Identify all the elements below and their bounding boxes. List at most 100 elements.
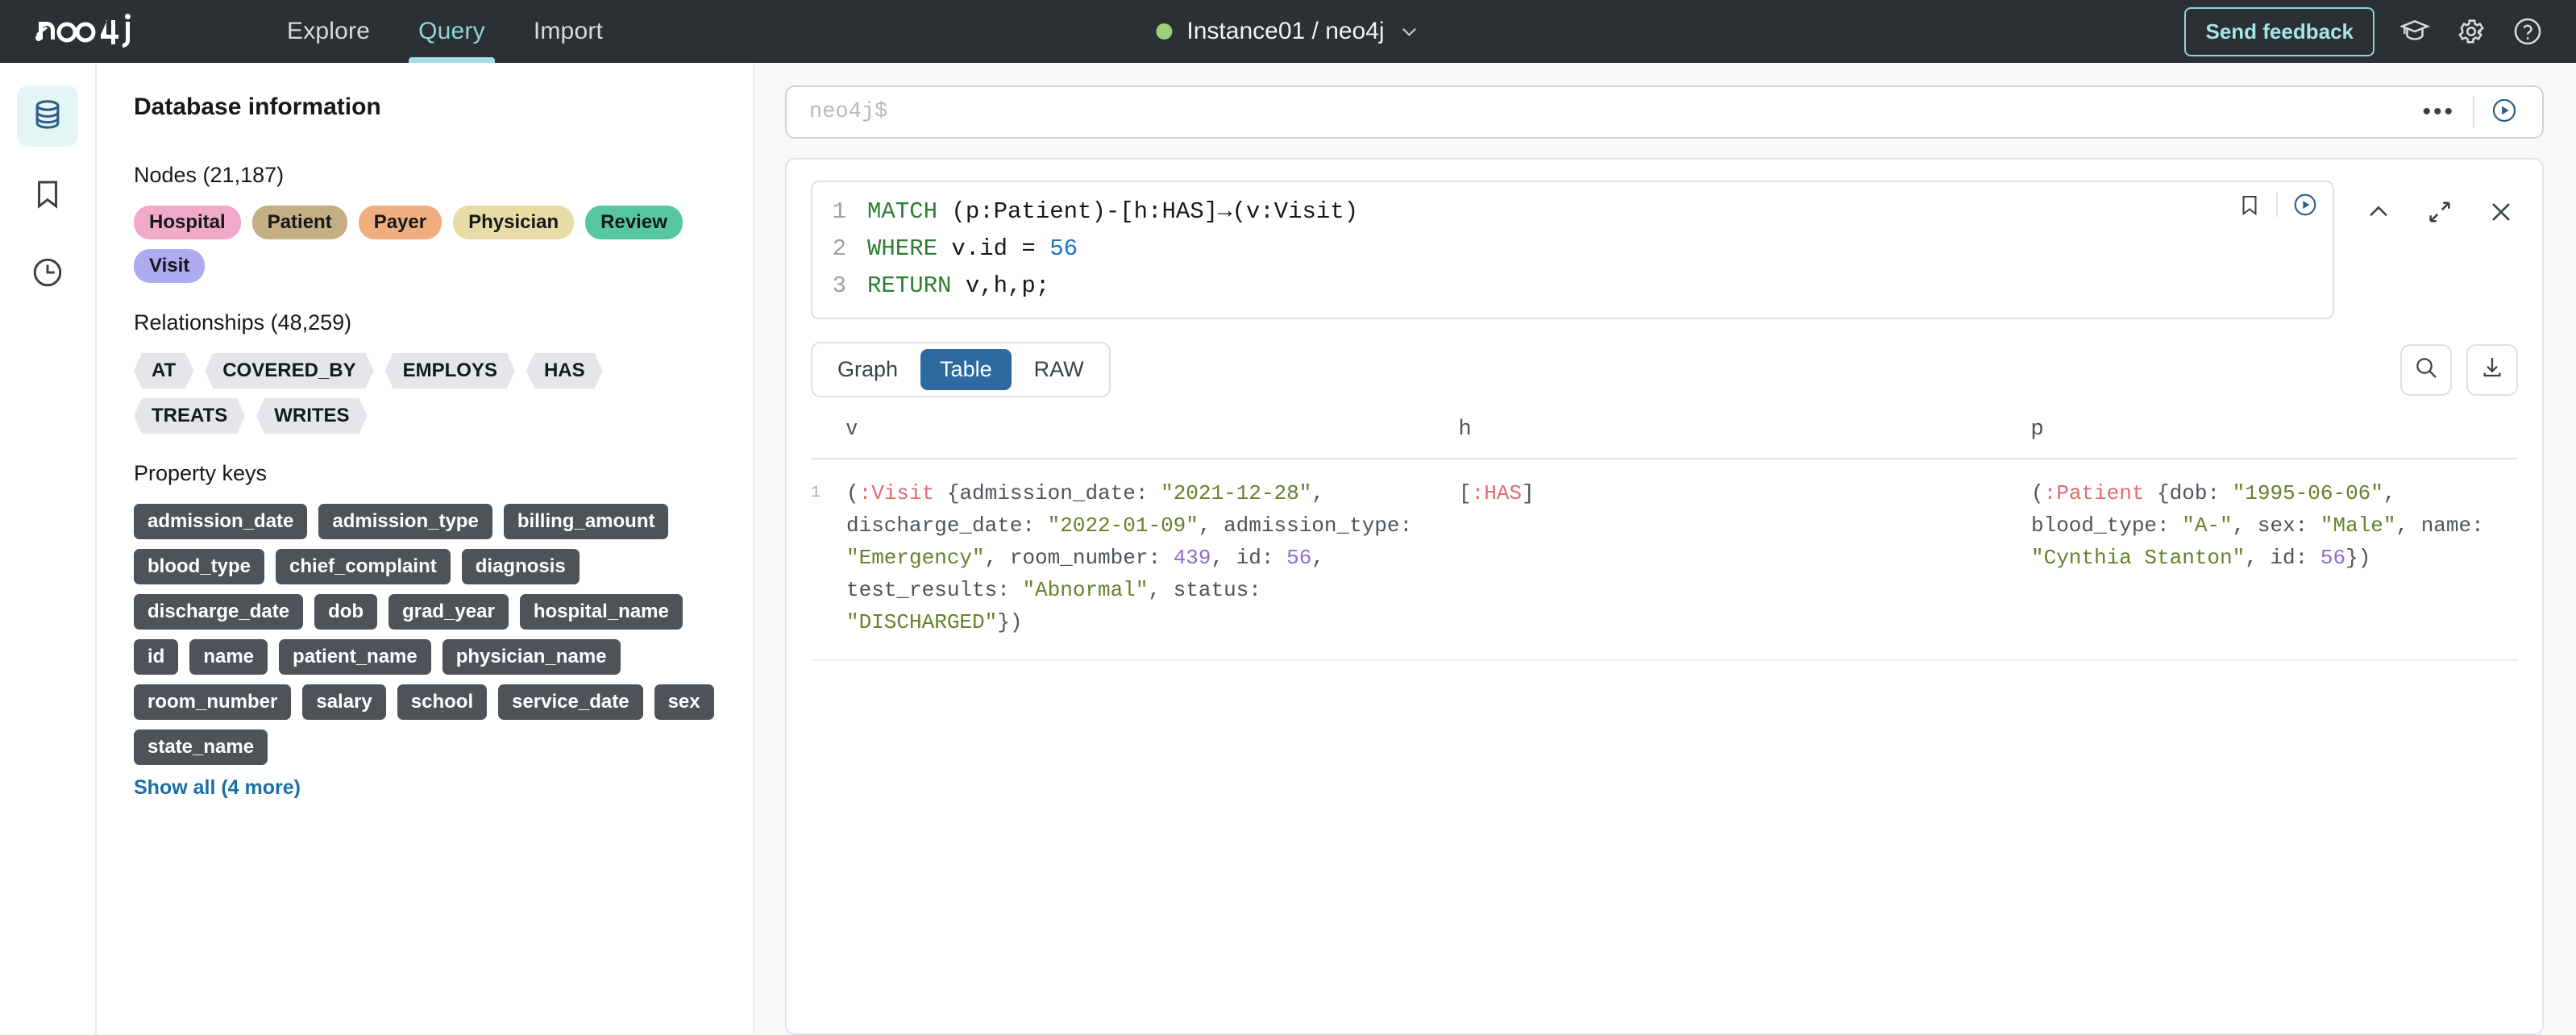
property-keys-heading: Property keys [134, 461, 268, 485]
node-label-chip[interactable]: Patient [251, 206, 347, 239]
relationship-type-chip[interactable]: AT [134, 353, 193, 389]
value-token: , sex: [2232, 513, 2320, 538]
show-all-property-keys-link[interactable]: Show all (4 more) [134, 776, 721, 800]
cell-p: (:Patient {dob: "1995-06-06", blood_type… [2031, 477, 2518, 638]
value-token: "Cynthia Stanton" [2031, 546, 2246, 570]
value-token: , admission_type: [1198, 513, 1413, 538]
command-run-button[interactable] [2474, 97, 2534, 128]
relationship-type-chip[interactable]: TREATS [134, 398, 245, 434]
value-token: ] [1522, 481, 1535, 505]
value-token: "2021-12-28" [1161, 481, 1312, 505]
value-token: , id: [1211, 546, 1287, 570]
value-token: , id: [2245, 546, 2320, 570]
property-key-chip[interactable]: sex [654, 684, 714, 720]
send-feedback-button[interactable]: Send feedback [2184, 6, 2374, 56]
property-key-chip[interactable]: name [189, 639, 268, 675]
command-more-icon[interactable]: ••• [2404, 98, 2473, 126]
instance-selector[interactable]: Instance01 / neo4j [1156, 18, 1419, 45]
property-key-chip[interactable]: state_name [134, 729, 268, 765]
history-clock-icon [31, 256, 64, 293]
node-label-chip[interactable]: Visit [134, 249, 206, 283]
relationship-type-chip[interactable]: EMPLOYS [385, 353, 515, 389]
property-key-chip[interactable]: room_number [134, 684, 292, 720]
node-label-chip[interactable]: Hospital [134, 206, 241, 239]
code-line: 2 WHERE v.id = 56 [812, 231, 2333, 268]
property-key-chip[interactable]: physician_name [442, 639, 621, 675]
download-button[interactable] [2466, 343, 2518, 396]
relationship-type-chip[interactable]: WRITES [256, 398, 367, 434]
table-header-row: v h p [811, 415, 2518, 459]
relationship-type-chip[interactable]: HAS [526, 353, 603, 389]
result-view-tabs: Graph Table RAW [811, 342, 1111, 397]
property-key-chip[interactable]: blood_type [134, 549, 265, 584]
neo4j-logo[interactable] [29, 12, 166, 51]
relationship-type-chip[interactable]: COVERED_BY [205, 353, 373, 389]
close-icon[interactable] [2484, 195, 2518, 229]
top-bar: Explore Query Import Instance01 / neo4j … [0, 0, 2576, 63]
nodes-heading: Nodes (21,187) [134, 163, 285, 187]
tab-table[interactable]: Table [920, 349, 1012, 390]
code-line: 1 MATCH (p:Patient)-[h:HAS]→(v:Visit) [812, 193, 2333, 231]
editor-actions [2237, 192, 2318, 218]
value-token: :HAS [1471, 481, 1523, 505]
line-number: 2 [832, 235, 846, 262]
value-token: :Visit [858, 481, 935, 505]
main-content: ••• 1 MATCH (p:Patient)-[h:HAS]→( [754, 63, 2576, 1035]
tab-graph[interactable]: Graph [818, 349, 917, 390]
database-icon [30, 97, 65, 136]
value-token: }) [997, 610, 1023, 634]
row-number: 1 [811, 484, 821, 502]
nav-explore[interactable]: Explore [263, 0, 394, 63]
node-label-chip[interactable]: Payer [358, 206, 442, 239]
nav-query[interactable]: Query [394, 0, 509, 63]
value-token: , name: [2395, 513, 2484, 538]
expand-icon[interactable] [2423, 195, 2457, 229]
value-token: 439 [1173, 546, 1211, 570]
property-key-chip[interactable]: id [134, 639, 179, 675]
property-key-chip[interactable]: billing_amount [503, 504, 669, 539]
rail-item-favorites[interactable] [17, 164, 78, 226]
property-key-chip[interactable]: chief_complaint [276, 549, 451, 584]
property-key-chip[interactable]: salary [302, 684, 386, 720]
results-toolbar: Graph Table RAW [811, 342, 2518, 397]
property-key-chip[interactable]: hospital_name [519, 594, 683, 630]
cypher-editor[interactable]: 1 MATCH (p:Patient)-[h:HAS]→(v:Visit) 2 … [811, 181, 2334, 319]
rail-item-database[interactable] [17, 85, 78, 147]
value-token: "Abnormal" [1022, 578, 1149, 602]
property-key-chip[interactable]: diagnosis [461, 549, 580, 584]
property-key-chip[interactable]: patient_name [279, 639, 431, 675]
property-key-chip[interactable]: admission_date [134, 504, 308, 539]
property-key-chip[interactable]: admission_type [318, 504, 492, 539]
instance-label: Instance01 / neo4j [1186, 18, 1385, 44]
editor-row: 1 MATCH (p:Patient)-[h:HAS]→(v:Visit) 2 … [811, 181, 2518, 319]
property-key-chip[interactable]: dob [314, 594, 378, 630]
code-token: WHERE [867, 235, 938, 262]
rail-item-history[interactable] [17, 243, 78, 305]
node-label-chip[interactable]: Physician [453, 206, 575, 239]
help-icon[interactable] [2512, 15, 2544, 48]
database-information-panel: Database information Nodes (21,187) Hosp… [97, 63, 754, 1035]
run-icon[interactable] [2292, 192, 2318, 218]
node-label-chip[interactable]: Review [585, 206, 683, 239]
value-token: "1995-06-06" [2232, 481, 2383, 505]
main-nav: Explore Query Import [263, 0, 627, 63]
editor-divider [2276, 193, 2278, 217]
nav-import[interactable]: Import [509, 0, 627, 63]
gear-icon[interactable] [2455, 15, 2487, 48]
search-button[interactable] [2400, 343, 2452, 396]
collapse-up-icon[interactable] [2362, 195, 2395, 229]
property-key-chip[interactable]: discharge_date [134, 594, 304, 630]
bookmark-icon[interactable] [2237, 193, 2262, 217]
property-key-chip[interactable]: service_date [498, 684, 643, 720]
graduation-cap-icon[interactable] [2399, 15, 2431, 48]
value-token: :Patient [2043, 481, 2145, 505]
query-command-input[interactable] [809, 100, 2405, 124]
value-token: 56 [1286, 546, 1312, 570]
property-key-chip[interactable]: school [397, 684, 488, 720]
value-token: "2022-01-09" [1047, 513, 1199, 538]
property-key-chip[interactable]: grad_year [388, 594, 509, 630]
tab-raw[interactable]: RAW [1015, 349, 1103, 390]
value-token: 56 [2320, 546, 2346, 570]
table-row: 1 (:Visit {admission_date: "2021-12-28",… [811, 459, 2518, 661]
run-icon [2491, 97, 2518, 128]
